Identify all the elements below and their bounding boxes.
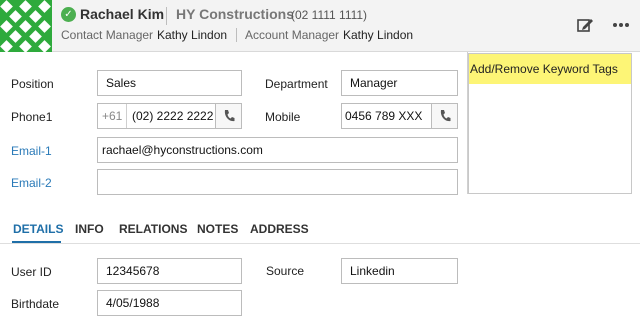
tab-notes[interactable]: NOTES <box>197 222 238 236</box>
more-options-icon <box>613 23 629 27</box>
email2-label[interactable]: Email-2 <box>11 176 52 190</box>
mobile-label: Mobile <box>265 110 301 124</box>
phone-icon <box>440 110 450 122</box>
account-manager-value: Kathy Lindon <box>343 28 414 42</box>
email1-label[interactable]: Email-1 <box>11 144 52 158</box>
more-options-button[interactable] <box>610 14 632 36</box>
phone1-label: Phone1 <box>11 110 53 124</box>
phone1-input[interactable]: +61 (02) 2222 2222 <box>97 103 242 129</box>
check-circle-icon: ✓ <box>61 7 76 22</box>
birthdate-input[interactable]: 4/05/1988 <box>97 290 242 316</box>
add-remove-keyword-tags-button[interactable]: Add/Remove Keyword Tags <box>469 54 631 84</box>
phone-icon <box>224 110 234 122</box>
contact-name: Rachael Kim <box>80 6 165 22</box>
contact-header: ✓ Rachael Kim HY Constructions (02 1111 … <box>0 0 640 52</box>
active-tab-indicator <box>12 241 61 243</box>
account-manager-label: Account Manager <box>245 28 340 42</box>
birthdate-label: Birthdate <box>11 297 60 311</box>
mobile-input[interactable]: 0456 789 XXX <box>341 103 458 129</box>
user-id-input[interactable]: 12345678 <box>97 258 242 284</box>
phone1-value: (02) 2222 2222 <box>132 109 214 123</box>
edit-button[interactable] <box>574 14 596 36</box>
tab-details[interactable]: DETAILS <box>13 222 63 236</box>
source-label: Source <box>266 264 305 278</box>
call-mobile-button[interactable] <box>431 104 457 128</box>
source-input[interactable]: Linkedin <box>341 258 458 284</box>
avatar-pattern-icon <box>0 0 52 52</box>
contact-manager-value: Kathy Lindon <box>157 28 228 42</box>
divider <box>236 28 237 42</box>
call-phone1-button[interactable] <box>215 104 241 128</box>
email1-input[interactable]: rachael@hyconstructions.com <box>97 137 458 163</box>
divider <box>166 7 167 25</box>
company-name[interactable]: HY Constructions <box>176 6 294 22</box>
country-code[interactable]: +61 <box>98 104 128 128</box>
tabs-divider <box>0 243 640 244</box>
company-phone: (02 1111 1111) <box>291 8 368 22</box>
tab-relations[interactable]: RELATIONS <box>119 222 187 236</box>
tab-info[interactable]: INFO <box>75 222 104 236</box>
edit-icon <box>577 19 593 32</box>
keyword-tags-box[interactable]: Add/Remove Keyword Tags <box>468 53 632 194</box>
position-input[interactable]: Sales <box>97 70 242 96</box>
department-label: Department <box>265 77 328 91</box>
position-label: Position <box>11 77 54 91</box>
email2-input[interactable] <box>97 169 458 195</box>
tab-address[interactable]: ADDRESS <box>250 222 309 236</box>
department-input[interactable]: Manager <box>341 70 458 96</box>
contact-manager-label: Contact Manager <box>61 28 154 42</box>
mobile-value: 0456 789 XXX <box>345 109 423 123</box>
avatar[interactable] <box>0 0 52 52</box>
user-id-label: User ID <box>11 265 52 279</box>
